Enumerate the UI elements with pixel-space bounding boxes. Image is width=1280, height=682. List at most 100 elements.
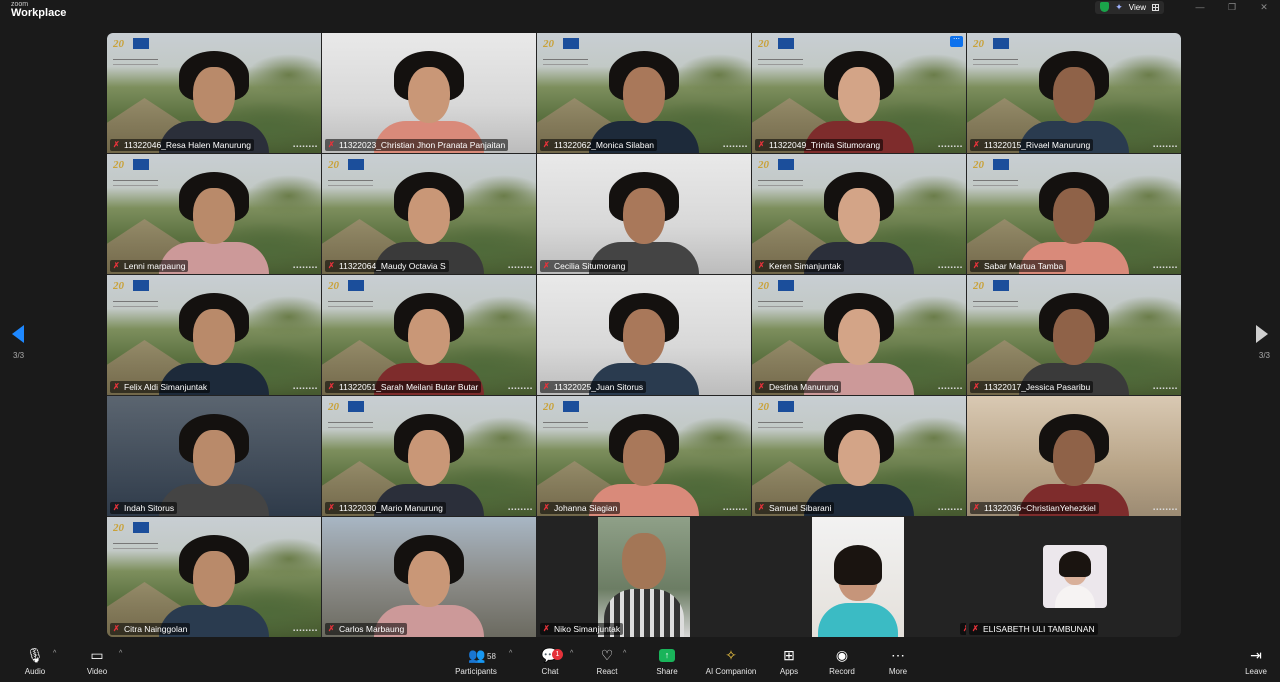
- video-tile[interactable]: 20 ✗ 11322017_Jessica Pasaribu ▪▪▪▪▪▪▪▪: [967, 275, 1181, 395]
- view-label[interactable]: View: [1129, 3, 1146, 12]
- video-tile[interactable]: 20 ✗ Sabar Martua Tamba ▪▪▪▪▪▪▪▪: [967, 154, 1181, 274]
- institution-logo-icon: [348, 159, 364, 170]
- anniversary-logo-icon: 20: [112, 158, 131, 173]
- anniversary-logo-icon: 20: [112, 37, 131, 52]
- camera-icon: ▭: [90, 646, 104, 663]
- video-tile[interactable]: ✗OLIVIA APRIANI_28: [752, 517, 966, 637]
- muted-microphone-icon: ✗: [113, 382, 120, 391]
- muted-microphone-icon: ✗: [113, 261, 120, 270]
- connection-signal-icon: ▪▪▪▪▪▪▪▪: [1152, 386, 1178, 392]
- video-tile[interactable]: 20 ✗ Johanna Siagian ▪▪▪▪▪▪▪▪: [537, 396, 751, 516]
- grid-view-icon[interactable]: [1152, 3, 1159, 11]
- video-tile[interactable]: 20 ✗ 11322064_Maudy Octavia S ▪▪▪▪▪▪▪▪: [322, 154, 536, 274]
- video-options-chevron-icon[interactable]: ^: [119, 650, 122, 657]
- video-tile[interactable]: ✗ 11322036~ChristianYehezkiel ▪▪▪▪▪▪▪▪: [967, 396, 1181, 516]
- react-options-chevron-icon[interactable]: ^: [623, 650, 626, 657]
- video-label: Video: [86, 667, 108, 676]
- video-tile[interactable]: 20 ✗ 11322062_Monica Silaban ▪▪▪▪▪▪▪▪: [537, 33, 751, 153]
- muted-microphone-icon: ✗: [973, 140, 980, 149]
- institution-logo-icon: [778, 401, 794, 412]
- leave-button[interactable]: ⇥ Leave: [1242, 645, 1270, 682]
- video-tile[interactable]: 20 ✗ Destina Manurung ▪▪▪▪▪▪▪▪: [752, 275, 966, 395]
- audio-options-chevron-icon[interactable]: ^: [53, 650, 56, 657]
- react-label: React: [596, 667, 618, 676]
- participant-name-tag: ✗OLIVIA APRIANI_28: [960, 623, 966, 635]
- institution-banner: [973, 180, 1018, 186]
- video-tile[interactable]: 20 ✗ Citra Nainggolan ▪▪▪▪▪▪▪▪: [107, 517, 321, 637]
- video-tile[interactable]: 20 ✗ Samuel Sibarani ▪▪▪▪▪▪▪▪: [752, 396, 966, 516]
- anniversary-logo-icon: 20: [972, 158, 991, 173]
- record-button[interactable]: ◉ Record: [827, 645, 857, 682]
- muted-microphone-icon: ✗: [543, 503, 550, 512]
- encryption-shield-icon[interactable]: [1100, 2, 1110, 12]
- page-indicator-right: 3/3: [1258, 351, 1270, 360]
- svg-text:20: 20: [113, 280, 125, 291]
- connection-signal-icon: ▪▪▪▪▪▪▪▪: [937, 507, 963, 513]
- participant-name-tag: ✗ 11322023_Christian Jhon Pranata Panjait…: [325, 139, 509, 151]
- participant-name-tag: ✗ 11322036~ChristianYehezkiel: [970, 502, 1099, 514]
- connection-signal-icon: ▪▪▪▪▪▪▪▪: [937, 386, 963, 392]
- video-tile[interactable]: 20 ✗ 11322051_Sarah Meilani Butar Butar ▪▪▪…: [322, 275, 536, 395]
- video-tile[interactable]: 20 ✗ Felix Aldi Simanjuntak ▪▪▪▪▪▪▪▪: [107, 275, 321, 395]
- video-tile[interactable]: ✗ 11322025_Juan Sitorus: [537, 275, 751, 395]
- apps-button[interactable]: ⊞ Apps: [776, 645, 802, 682]
- institution-banner: [113, 301, 158, 307]
- tile-more-options-icon[interactable]: ⋯: [950, 36, 963, 47]
- institution-logo-icon: [133, 38, 149, 49]
- record-label: Record: [829, 667, 855, 676]
- ai-companion-button[interactable]: ✧ AI Companion: [703, 645, 759, 682]
- video-tile[interactable]: ✗ 11322023_Christian Jhon Pranata Panjait…: [322, 33, 536, 153]
- audio-button[interactable]: 🎙 Audio: [22, 645, 48, 682]
- anniversary-logo-icon: 20: [327, 400, 346, 415]
- close-button[interactable]: ✕: [1248, 2, 1280, 13]
- anniversary-logo-icon: 20: [972, 279, 991, 294]
- participants-label: Participants: [455, 667, 497, 676]
- share-button[interactable]: ↑ Share: [652, 645, 682, 682]
- video-tile[interactable]: 20 ✗ 11322015_Rivael Manurung ▪▪▪▪▪▪▪▪: [967, 33, 1181, 153]
- institution-logo-icon: [133, 159, 149, 170]
- video-tile[interactable]: ✗ Cecilia Situmorang: [537, 154, 751, 274]
- video-tile[interactable]: 20 ✗ Keren Simanjuntak ▪▪▪▪▪▪▪▪: [752, 154, 966, 274]
- video-button[interactable]: ▭ Video: [84, 645, 110, 682]
- institution-logo-icon: [133, 522, 149, 533]
- video-tile[interactable]: 20 ✗ 11322030_Mario Manurung ▪▪▪▪▪▪▪▪: [322, 396, 536, 516]
- participant-name-tag: ✗ 11322017_Jessica Pasaribu: [970, 381, 1094, 393]
- participant-name-tag: ✗ Citra Nainggolan: [110, 623, 191, 635]
- video-tile[interactable]: ✗ Carlos Marbaung: [322, 517, 536, 637]
- participant-name-tag: ✗ 11322025_Juan Sitorus: [540, 381, 647, 393]
- muted-microphone-icon: ✗: [758, 503, 765, 512]
- ai-sparkle-icon[interactable]: ✦: [1115, 2, 1123, 13]
- restore-button[interactable]: ❐: [1216, 2, 1248, 13]
- next-page-arrow-icon[interactable]: [1256, 325, 1268, 343]
- institution-logo-icon: [778, 159, 794, 170]
- video-tile[interactable]: 20 ✗ 11322046_Resa Halen Manurung ▪▪▪▪▪▪▪▪: [107, 33, 321, 153]
- more-button[interactable]: ⋯ More: [884, 645, 912, 682]
- previous-page-arrow-icon[interactable]: [12, 325, 24, 343]
- view-menu[interactable]: ✦ View: [1095, 0, 1164, 14]
- participant-name-tag: ✗ Keren Simanjuntak: [755, 260, 844, 272]
- brand-title: Workplace: [11, 7, 67, 19]
- institution-logo-icon: [993, 280, 1009, 291]
- react-button[interactable]: ♡ React: [592, 645, 622, 682]
- svg-text:20: 20: [973, 38, 985, 49]
- connection-signal-icon: ▪▪▪▪▪▪▪▪: [1152, 144, 1178, 150]
- participant-name-tag: ✗ 11322062_Monica Silaban: [540, 139, 658, 151]
- participant-name-tag: ✗ Samuel Sibarani: [755, 502, 835, 514]
- muted-microphone-icon: ✗: [543, 624, 550, 633]
- muted-microphone-icon: ✗: [328, 261, 335, 270]
- video-tile[interactable]: 20 ⋯ ✗ 11322049_Trinita Situmorang ▪▪▪▪▪▪▪▪: [752, 33, 966, 153]
- ai-sparkle-icon: ✧: [725, 646, 737, 663]
- institution-logo-icon: [348, 280, 364, 291]
- muted-microphone-icon: ✗: [328, 140, 335, 149]
- video-tile[interactable]: ✗ ELISABETH ULI TAMBUNAN: [967, 517, 1181, 637]
- video-tile[interactable]: ✗ Indah Sitorus: [107, 396, 321, 516]
- chat-options-chevron-icon[interactable]: ^: [570, 650, 573, 657]
- participant-name-tag: ✗ Sabar Martua Tamba: [970, 260, 1067, 272]
- institution-logo-icon: [993, 38, 1009, 49]
- participants-button[interactable]: 👥 Participants: [452, 645, 500, 682]
- video-tile[interactable]: 20 ✗ Lenni marpaung ▪▪▪▪▪▪▪▪: [107, 154, 321, 274]
- participants-options-chevron-icon[interactable]: ^: [509, 650, 512, 657]
- video-tile[interactable]: ✗ Niko Simanjuntak: [537, 517, 751, 637]
- muted-microphone-icon: ✗: [758, 261, 765, 270]
- minimize-button[interactable]: —: [1184, 2, 1216, 12]
